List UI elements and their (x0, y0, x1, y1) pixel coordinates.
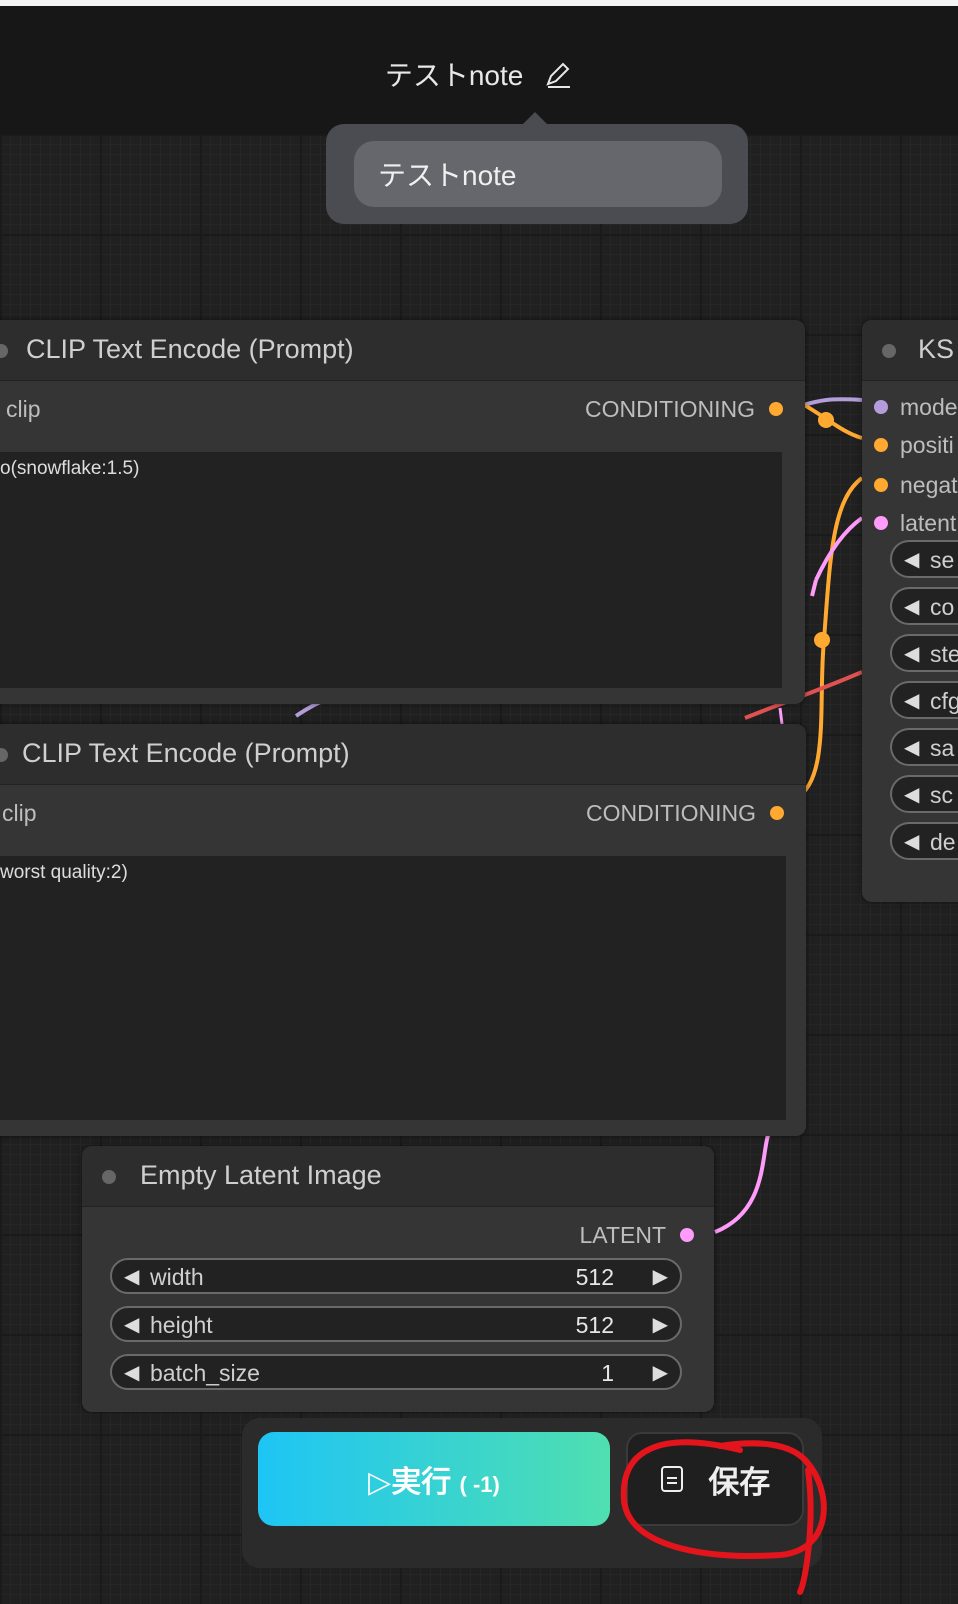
positive-input-dot[interactable] (874, 438, 888, 452)
latent-output-label: LATENT (579, 1222, 666, 1248)
save-label: 保存 (708, 1464, 771, 1500)
decrement-arrow-icon[interactable]: ◀ (904, 782, 919, 807)
widget-label: sa (930, 735, 955, 761)
widget-label: sc (930, 782, 953, 808)
edit-pencil-icon[interactable] (543, 59, 573, 89)
decrement-arrow-icon[interactable]: ◀ (904, 829, 919, 854)
widget-label: batch_size (150, 1360, 260, 1386)
ksampler-widget-seed[interactable]: ◀ se (890, 540, 958, 578)
latent-input-dot[interactable] (874, 516, 888, 530)
increment-arrow-icon[interactable]: ▶ (653, 1360, 668, 1385)
conditioning-output-label: CONDITIONING (585, 396, 755, 422)
positive-input-label: positi (900, 432, 954, 458)
empty-latent-image-node[interactable]: Empty Latent Image LATENT ◀ width 512 ▶ … (82, 1146, 714, 1412)
model-input-dot[interactable] (874, 400, 888, 414)
clip-input-label: clip (2, 800, 37, 826)
node-collapse-dot[interactable] (102, 1170, 116, 1184)
node-title: CLIP Text Encode (Prompt) (22, 738, 350, 768)
title-edit-input[interactable] (354, 141, 722, 207)
widget-label: cfg (930, 688, 958, 714)
run-batch-badge: ( -1) (459, 1472, 500, 1497)
widget-label: se (930, 547, 955, 573)
model-input-label: mode (900, 394, 958, 420)
ksampler-widget-cfg[interactable]: ◀ cfg (890, 681, 958, 719)
node-title: CLIP Text Encode (Prompt) (26, 334, 354, 364)
decrement-arrow-icon[interactable]: ◀ (904, 641, 919, 666)
decrement-arrow-icon[interactable]: ◀ (904, 594, 919, 619)
decrement-arrow-icon[interactable]: ◀ (124, 1312, 139, 1337)
run-label: ▷実行 (368, 1466, 452, 1499)
clip-input-label: clip (6, 396, 41, 422)
widget-label: width (150, 1264, 204, 1290)
ksampler-widget-scheduler[interactable]: ◀ sc (890, 775, 958, 813)
widget-value[interactable]: 512 (576, 1312, 614, 1339)
decrement-arrow-icon[interactable]: ◀ (124, 1360, 139, 1385)
decrement-arrow-icon[interactable]: ◀ (904, 688, 919, 713)
node-header[interactable]: KS (862, 320, 958, 381)
height-widget[interactable]: ◀ height 512 ▶ (110, 1306, 682, 1342)
prompt-textarea[interactable]: worst quality:2) (0, 856, 786, 1120)
increment-arrow-icon[interactable]: ▶ (653, 1312, 668, 1337)
node-collapse-dot[interactable] (0, 344, 8, 358)
widget-label: co (930, 594, 955, 620)
node-header[interactable]: Empty Latent Image (82, 1146, 714, 1207)
width-widget[interactable]: ◀ width 512 ▶ (110, 1258, 682, 1294)
increment-arrow-icon[interactable]: ▶ (653, 1264, 668, 1289)
node-title: KS (918, 334, 955, 364)
workflow-title-area[interactable]: テストnote (0, 54, 958, 94)
conditioning-output-label: CONDITIONING (586, 800, 756, 826)
ksampler-node[interactable]: KS mode positi negat latent ◀ se ◀ co ◀ … (862, 320, 958, 902)
workflow-title[interactable]: テストnote (385, 60, 524, 91)
conditioning-output-dot[interactable] (770, 806, 784, 820)
clip-text-encode-node-positive[interactable]: CLIP Text Encode (Prompt) clip CONDITION… (0, 320, 805, 704)
title-edit-popover (326, 112, 748, 224)
widget-label: ste (930, 641, 958, 667)
conditioning-output-dot[interactable] (769, 402, 783, 416)
node-header[interactable]: CLIP Text Encode (Prompt) (0, 320, 805, 381)
node-collapse-dot[interactable] (0, 748, 8, 762)
latent-input-label: latent (900, 510, 957, 536)
widget-label: height (150, 1312, 213, 1338)
decrement-arrow-icon[interactable]: ◀ (904, 547, 919, 572)
latent-output-dot[interactable] (680, 1228, 694, 1242)
decrement-arrow-icon[interactable]: ◀ (124, 1264, 139, 1289)
node-collapse-dot[interactable] (882, 344, 896, 358)
node-header[interactable]: CLIP Text Encode (Prompt) (0, 724, 806, 785)
ksampler-widget-denoise[interactable]: ◀ de (890, 822, 958, 860)
widget-value[interactable]: 512 (576, 1264, 614, 1291)
action-toolbar: ▷実行 ( -1) 保存 (242, 1418, 822, 1568)
widget-value[interactable]: 1 (601, 1360, 614, 1387)
negative-input-label: negat (900, 472, 958, 498)
ksampler-widget-control[interactable]: ◀ co (890, 587, 958, 625)
decrement-arrow-icon[interactable]: ◀ (904, 735, 919, 760)
clip-text-encode-node-negative[interactable]: CLIP Text Encode (Prompt) clip CONDITION… (0, 724, 806, 1136)
run-button[interactable]: ▷実行 ( -1) (258, 1432, 610, 1526)
node-title: Empty Latent Image (140, 1160, 382, 1190)
save-button[interactable]: 保存 (626, 1432, 804, 1526)
prompt-textarea[interactable]: o(snowflake:1.5) (0, 452, 782, 688)
ksampler-widget-sampler[interactable]: ◀ sa (890, 728, 958, 766)
batch-size-widget[interactable]: ◀ batch_size 1 ▶ (110, 1354, 682, 1390)
save-file-icon (660, 1466, 683, 1492)
negative-input-dot[interactable] (874, 478, 888, 492)
widget-label: de (930, 829, 956, 855)
header-bar: テストnote (0, 6, 958, 134)
ksampler-widget-steps[interactable]: ◀ ste (890, 634, 958, 672)
